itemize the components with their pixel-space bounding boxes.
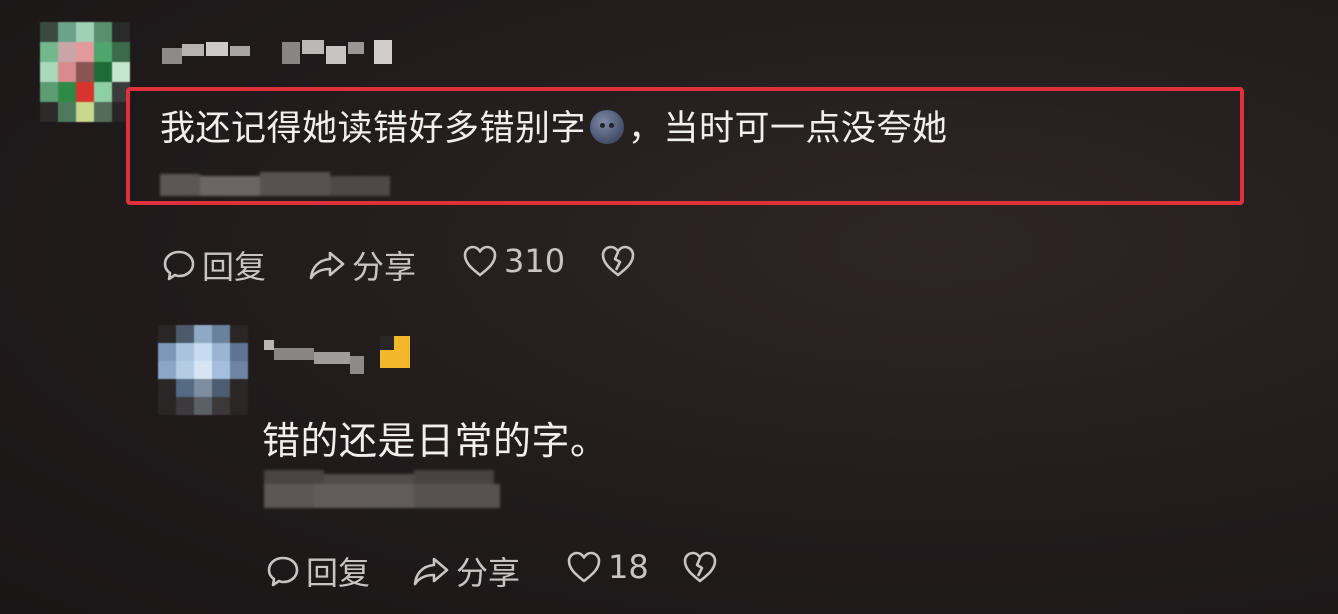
reply-timestamp-redacted	[264, 470, 500, 510]
reply-like-button[interactable]: 18	[566, 548, 649, 586]
comment-text: 我还记得她读错好多错别字 ，当时可一点没夸她	[160, 100, 948, 151]
comment-text-part-1: 我还记得她读错好多错别字	[160, 109, 587, 149]
like-count: 310	[504, 242, 566, 280]
comment-text-part-2: ，当时可一点没夸她	[628, 109, 948, 149]
comment-bubble-icon	[163, 250, 195, 281]
avatar[interactable]	[40, 22, 130, 122]
reply-text: 错的还是日常的字。	[262, 419, 609, 463]
like-button[interactable]: 310	[462, 242, 565, 280]
broken-heart-icon	[601, 245, 635, 277]
dislike-button[interactable]	[600, 244, 636, 278]
reply-button[interactable]: 回复	[162, 242, 266, 288]
share-arrow-icon	[413, 557, 449, 586]
reply-share-button[interactable]: 分享	[412, 548, 520, 594]
reply-label: 回复	[306, 554, 371, 592]
share-label: 分享	[352, 248, 417, 286]
heart-icon	[567, 551, 601, 583]
yellow-badge-icon	[380, 336, 410, 368]
comment-bubble-icon	[267, 556, 299, 587]
timestamp-redacted	[160, 170, 390, 196]
like-count: 18	[608, 548, 649, 586]
reply-username-redacted[interactable]	[264, 340, 374, 376]
smiling-face-emoji-icon	[590, 110, 625, 144]
reply-dislike-button[interactable]	[682, 550, 718, 584]
heart-icon	[463, 245, 497, 277]
reply-label: 回复	[202, 248, 267, 286]
reply-avatar[interactable]	[158, 325, 248, 415]
share-arrow-icon	[309, 251, 345, 280]
username-redacted[interactable]	[162, 40, 412, 66]
reply-reply-button[interactable]: 回复	[266, 548, 370, 594]
share-label: 分享	[456, 554, 521, 592]
broken-heart-icon	[683, 551, 717, 583]
share-button[interactable]: 分享	[308, 242, 416, 288]
